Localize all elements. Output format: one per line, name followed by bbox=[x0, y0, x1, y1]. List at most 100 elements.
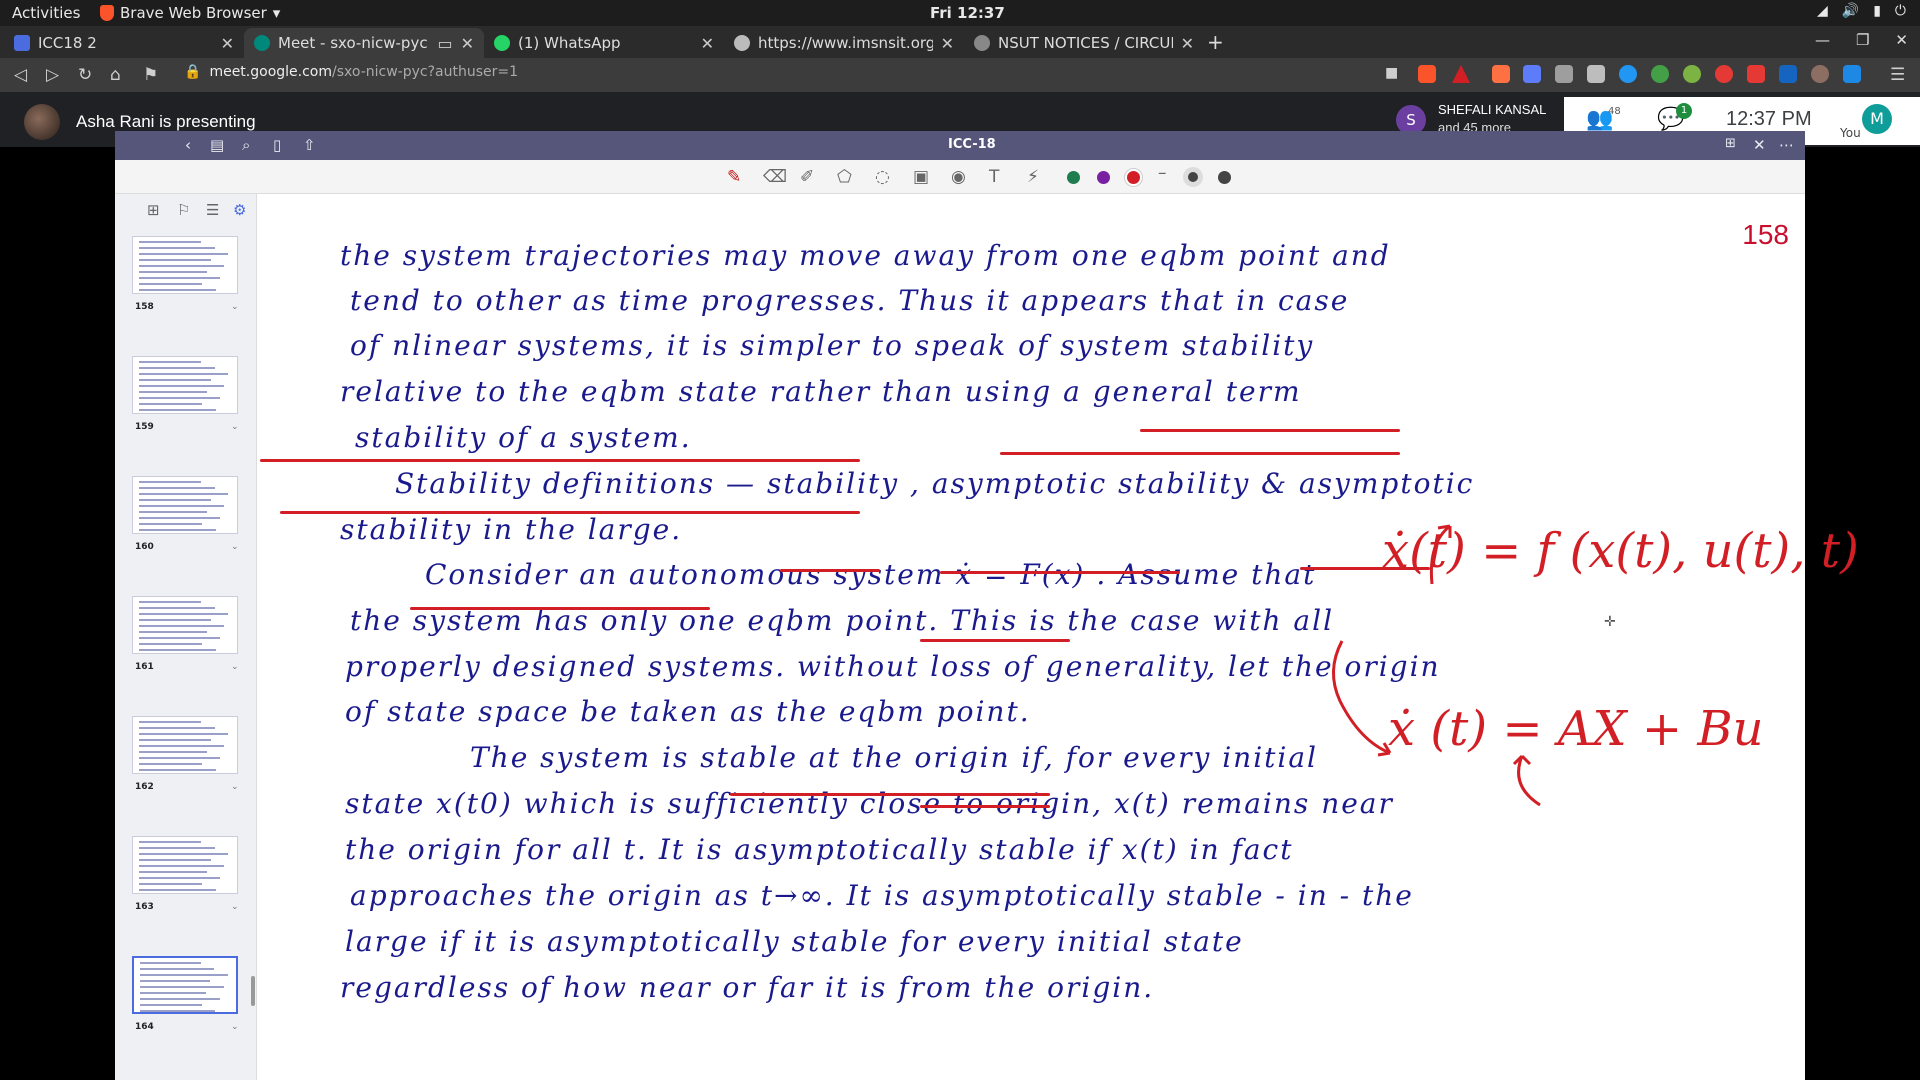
maximize-icon[interactable]: ❐ bbox=[1856, 31, 1869, 49]
participant-name: SHEFALI KANSAL bbox=[1438, 102, 1547, 117]
page-thumbnail[interactable] bbox=[132, 596, 238, 654]
tab-nsut-notices[interactable]: NSUT NOTICES / CIRCULAR ✕ bbox=[964, 28, 1204, 58]
window-controls: — ❐ ✕ bbox=[1815, 31, 1908, 49]
page-thumbnail-label: 164 bbox=[135, 1022, 154, 1032]
self-label: You bbox=[1840, 126, 1861, 140]
medium-stroke-icon[interactable] bbox=[1188, 172, 1198, 182]
chevron-down-icon[interactable]: ⌄ bbox=[231, 542, 239, 552]
close-icon[interactable]: ✕ bbox=[461, 34, 474, 53]
chevron-down-icon[interactable]: ⌄ bbox=[231, 902, 239, 912]
chevron-down-icon[interactable]: ⌄ bbox=[231, 302, 239, 312]
minimize-icon[interactable]: — bbox=[1815, 31, 1830, 49]
brave-shields-icon[interactable] bbox=[1418, 65, 1436, 83]
forward-icon[interactable]: ▷ bbox=[46, 65, 59, 85]
handwritten-line: state x(t0) which is sufficiently close … bbox=[345, 787, 1394, 820]
chevron-down-icon[interactable]: ⌄ bbox=[231, 782, 239, 792]
shapes-icon[interactable]: ⬠ bbox=[837, 167, 852, 187]
underline-mark bbox=[280, 511, 860, 514]
pen-icon[interactable]: ✎ bbox=[727, 167, 741, 187]
extension-icon[interactable] bbox=[1555, 65, 1573, 83]
notes-page[interactable]: 158 the system trajectories may move awa… bbox=[260, 201, 1859, 1080]
activities-button[interactable]: Activities bbox=[12, 4, 80, 22]
handwritten-line: approaches the origin as t→∞. It is asym… bbox=[350, 879, 1414, 912]
page-thumbnail[interactable] bbox=[132, 836, 238, 894]
image-icon[interactable]: ▣ bbox=[913, 167, 929, 187]
close-icon[interactable]: ✕ bbox=[1753, 136, 1766, 154]
grammarly-icon[interactable] bbox=[1651, 65, 1669, 83]
extension-icon[interactable] bbox=[1523, 65, 1541, 83]
pen-color-purple[interactable] bbox=[1097, 171, 1110, 184]
system-tray[interactable]: ◢ 🔊 ▮ ⏻ bbox=[1817, 3, 1906, 19]
home-icon[interactable]: ⌂ bbox=[110, 65, 121, 85]
search-icon[interactable]: ⌕ bbox=[242, 136, 250, 154]
chevron-down-icon[interactable]: ⌄ bbox=[231, 662, 239, 672]
extension-icon[interactable] bbox=[1683, 65, 1701, 83]
add-page-icon[interactable]: ⊞ bbox=[1725, 136, 1736, 151]
page-thumbnail[interactable] bbox=[132, 236, 238, 294]
back-icon[interactable]: ◁ bbox=[14, 65, 27, 85]
extension-icon[interactable] bbox=[1619, 65, 1637, 83]
more-icon[interactable]: ⋯ bbox=[1779, 136, 1794, 154]
page-thumbnail[interactable] bbox=[132, 356, 238, 414]
page-thumbnail[interactable] bbox=[132, 716, 238, 774]
volume-icon: 🔊 bbox=[1841, 3, 1860, 19]
highlighter-icon[interactable]: ✐ bbox=[800, 167, 814, 187]
pen-color-red[interactable] bbox=[1127, 171, 1140, 184]
bookmark-icon[interactable]: ⚑ bbox=[143, 65, 158, 85]
bookmark-icon[interactable]: ▯ bbox=[273, 136, 281, 154]
settings-icon[interactable]: ⚙ bbox=[233, 201, 246, 219]
page-thumbnail[interactable] bbox=[132, 476, 238, 534]
chevron-down-icon[interactable]: ⌄ bbox=[231, 422, 239, 432]
lasso-icon[interactable]: ◌ bbox=[875, 167, 890, 187]
extension-icon[interactable] bbox=[1587, 65, 1605, 83]
window-close-icon[interactable]: ✕ bbox=[1895, 31, 1908, 49]
brave-rewards-icon[interactable] bbox=[1452, 65, 1470, 83]
screen-share-icon[interactable]: ▭ bbox=[437, 34, 452, 53]
text-icon[interactable]: T bbox=[989, 167, 999, 187]
page-thumbnail-label: 162 bbox=[135, 782, 154, 792]
new-tab-button[interactable]: + bbox=[1207, 30, 1224, 54]
bookmark-icon[interactable]: ⚐ bbox=[177, 201, 190, 219]
extension-icon[interactable] bbox=[1843, 65, 1861, 83]
tab-whatsapp[interactable]: (1) WhatsApp ✕ bbox=[484, 28, 724, 58]
sidebar-scrollbar[interactable] bbox=[251, 976, 255, 1006]
camera-icon[interactable]: ■ bbox=[1385, 65, 1398, 81]
tab-meet[interactable]: Meet - sxo-nicw-pyc ▭ ✕ bbox=[244, 28, 484, 58]
camera-icon[interactable]: ◉ bbox=[951, 167, 966, 187]
menu-icon[interactable]: ☰ bbox=[1890, 65, 1905, 85]
address-bar[interactable]: 🔒 meet.google.com/sxo-nicw-pyc?authuser=… bbox=[184, 64, 518, 80]
chevron-down-icon[interactable]: ⌄ bbox=[231, 1022, 239, 1032]
outline-icon[interactable]: ☰ bbox=[206, 201, 219, 219]
extension-icon[interactable] bbox=[1779, 65, 1797, 83]
thin-stroke-icon[interactable]: – bbox=[1158, 163, 1167, 183]
page-thumbnail-label: 158 bbox=[135, 302, 154, 312]
pen-color-green[interactable] bbox=[1067, 171, 1080, 184]
grid-view-icon[interactable]: ⊞ bbox=[147, 201, 160, 219]
share-icon[interactable]: ⇧ bbox=[303, 136, 316, 154]
handwritten-line: The system is stable at the origin if, f… bbox=[470, 741, 1318, 774]
page-thumbnail[interactable] bbox=[132, 956, 238, 1014]
eraser-icon[interactable]: ⌫ bbox=[763, 167, 787, 187]
close-icon[interactable]: ✕ bbox=[1181, 34, 1194, 53]
self-avatar[interactable]: M bbox=[1862, 104, 1892, 134]
handwritten-line: Stability definitions — stability , asym… bbox=[395, 467, 1475, 500]
reload-icon[interactable]: ↻ bbox=[78, 65, 92, 85]
tab-icc18[interactable]: ICC18 2 ✕ bbox=[4, 28, 244, 58]
url-path: /sxo-nicw-pyc?authuser=1 bbox=[332, 64, 518, 80]
sidebar-toggle-icon[interactable]: ▤ bbox=[210, 136, 224, 154]
app-menu[interactable]: Brave Web Browser ▾ bbox=[100, 4, 280, 22]
extension-icon[interactable] bbox=[1492, 65, 1510, 83]
close-icon[interactable]: ✕ bbox=[701, 34, 714, 53]
laser-pointer-icon[interactable]: ⚡ bbox=[1027, 167, 1039, 187]
extension-icon[interactable] bbox=[1715, 65, 1733, 83]
thick-stroke-icon[interactable] bbox=[1218, 171, 1231, 184]
close-icon[interactable]: ✕ bbox=[941, 34, 954, 53]
system-clock[interactable]: Fri 12:37 bbox=[930, 4, 1005, 22]
document-title[interactable]: ICC-18 bbox=[948, 137, 996, 152]
extension-icon[interactable] bbox=[1811, 65, 1829, 83]
extension-icon[interactable] bbox=[1747, 65, 1765, 83]
back-icon[interactable]: ‹ bbox=[185, 136, 191, 154]
app-menu-label: Brave Web Browser bbox=[120, 4, 267, 22]
tab-imsnsit[interactable]: https://www.imsnsit.org/i ✕ bbox=[724, 28, 964, 58]
close-icon[interactable]: ✕ bbox=[221, 34, 234, 53]
